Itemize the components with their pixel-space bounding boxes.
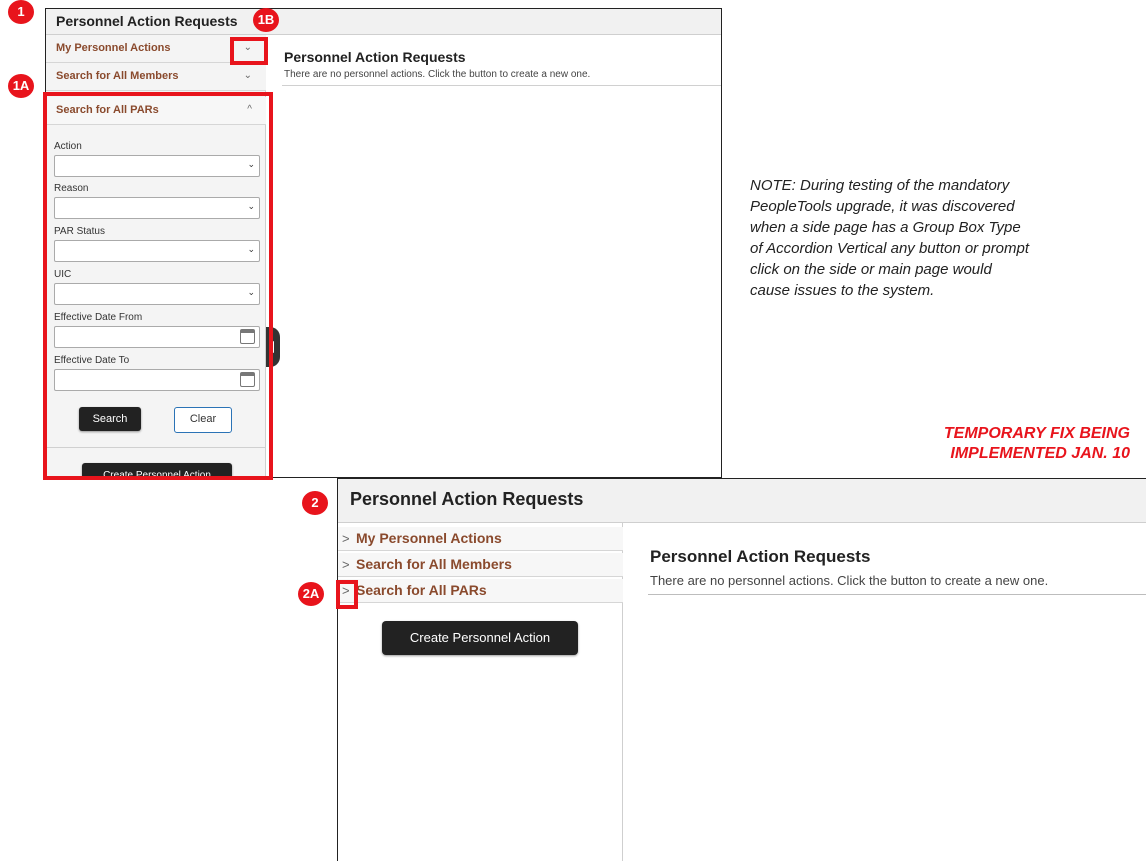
note-line: when a side page has a Group Box Type (750, 219, 1021, 236)
divider (282, 85, 721, 86)
chevron-right-icon[interactable]: > (342, 531, 350, 546)
main-title: Personnel Action Requests (284, 49, 466, 65)
create-personnel-action-button[interactable]: Create Personnel Action (382, 621, 578, 655)
accordion-label: Search for All PARs (356, 582, 487, 598)
main-message: There are no personnel actions. Click th… (284, 69, 591, 80)
callout-badge-1: 1 (8, 0, 34, 24)
highlight-1b-chevron (230, 37, 268, 65)
highlight-1a-accordion (43, 92, 273, 480)
note-line: cause issues to the system. (750, 282, 935, 299)
chevron-down-icon[interactable]: ⌄ (244, 70, 252, 81)
side-page: > My Personnel Actions > Search for All … (338, 523, 623, 861)
screenshot-2-panel: Personnel Action Requests > My Personnel… (337, 478, 1146, 861)
page-title: Personnel Action Requests (56, 13, 238, 29)
accordion-my-personnel-actions[interactable]: > My Personnel Actions (338, 527, 623, 551)
callout-badge-2: 2 (302, 491, 328, 515)
page-header: Personnel Action Requests (46, 9, 721, 35)
page-title: Personnel Action Requests (350, 489, 584, 509)
callout-badge-1b: 1B (253, 8, 279, 32)
callout-badge-1a: 1A (8, 74, 34, 98)
accordion-search-all-members[interactable]: > Search for All Members (338, 553, 623, 577)
fix-line: TEMPORARY FIX BEING (943, 425, 1130, 442)
accordion-label: Search for All Members (56, 70, 179, 82)
highlight-2a-arrow (336, 580, 358, 609)
accordion-label: Search for All Members (356, 556, 512, 572)
accordion-search-all-pars[interactable]: > Search for All PARs (338, 579, 623, 603)
note-line: click on the side or main page would (750, 261, 992, 278)
main-message: There are no personnel actions. Click th… (650, 573, 1049, 588)
accordion-label: My Personnel Actions (56, 42, 171, 54)
note-line: of Accordion Vertical any button or prom… (750, 240, 1030, 257)
accordion-search-all-members[interactable]: Search for All Members ⌄ (46, 63, 266, 91)
page-header: Personnel Action Requests (338, 479, 1146, 523)
note-line: NOTE: During testing of the mandatory (750, 177, 1010, 194)
main-title: Personnel Action Requests (650, 547, 871, 566)
temporary-fix-notice: TEMPORARY FIX BEING IMPLEMENTED JAN. 10 (800, 424, 1130, 464)
note-line: PeopleTools upgrade, it was discovered (750, 198, 1015, 215)
callout-badge-2a: 2A (298, 582, 324, 606)
note-text: NOTE: During testing of the mandatory Pe… (750, 175, 1146, 301)
fix-line: IMPLEMENTED JAN. 10 (950, 445, 1130, 462)
chevron-right-icon[interactable]: > (342, 557, 350, 572)
accordion-label: My Personnel Actions (356, 530, 502, 546)
divider (648, 594, 1146, 595)
